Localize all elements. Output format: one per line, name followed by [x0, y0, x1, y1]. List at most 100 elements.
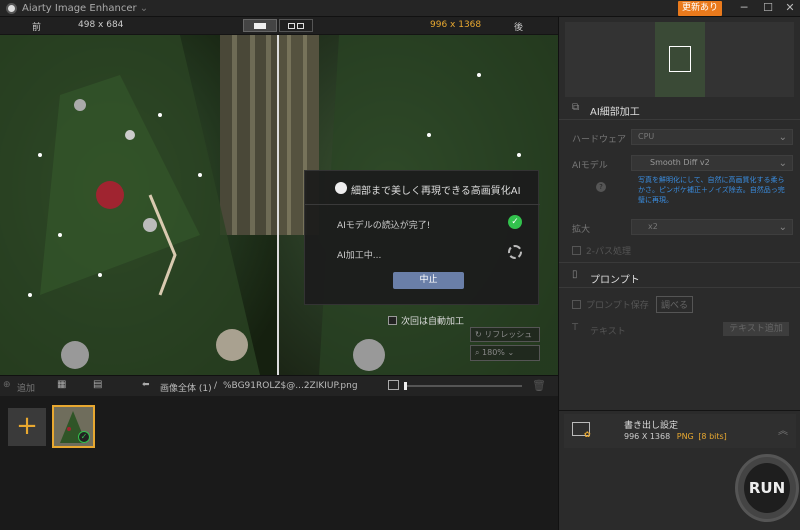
export-bits: [8 bits] — [698, 432, 727, 441]
export-size: 996 X 1368 — [624, 432, 671, 441]
prompt-view-button[interactable]: 調べる — [656, 296, 694, 313]
gear-icon: ✿ — [584, 430, 591, 439]
ai-section-icon: ⧉ — [572, 102, 580, 113]
section-divider — [559, 119, 800, 120]
chevron-down-icon: ⌄ — [778, 132, 787, 143]
prompt-save-checkbox[interactable] — [572, 300, 581, 309]
title-bar: Aiarty Image Enhancer ⌄ 更新あり ─ ☐ ✕ — [0, 0, 800, 17]
auto-process-checkbox[interactable] — [388, 316, 397, 325]
ai-section-title: AI細部加工 — [590, 107, 640, 118]
two-pass-checkbox[interactable] — [572, 246, 581, 255]
model-label: AIモデル — [572, 161, 608, 171]
refresh-button[interactable]: ↻ リフレッシュ — [470, 327, 540, 342]
slider-handle[interactable] — [404, 382, 407, 390]
zoom-control[interactable]: ⌕ 180% ⌄ — [470, 345, 540, 361]
before-size: 498 x 684 — [78, 20, 124, 30]
refresh-icon: ↻ — [475, 330, 482, 339]
path-separator: / — [214, 381, 218, 391]
add-image-button[interactable]: + — [8, 408, 46, 446]
file-name: %BG91ROLZ$@...2ZIKIUP.png — [223, 381, 358, 391]
list-view-icon[interactable]: ▤ — [93, 379, 102, 390]
side-by-side-icon — [288, 23, 295, 29]
scale-select[interactable]: x2 ⌄ — [631, 219, 793, 235]
chevron-up-icon[interactable]: ︽ — [778, 422, 788, 437]
zoom-value: 180% — [482, 348, 505, 357]
check-circle-icon: ✓ — [508, 215, 522, 229]
app-title[interactable]: Aiarty Image Enhancer ⌄ — [22, 3, 148, 14]
split-view-icon — [254, 23, 266, 29]
chevron-down-icon: ⌄ — [778, 222, 787, 233]
thumbnail-strip: + ✓ — [0, 396, 558, 530]
refresh-label: リフレッシュ — [484, 330, 533, 339]
hardware-label: ハードウェア — [572, 135, 627, 145]
file-toolbar: ⊕ 追加 ▦ ▤ ⬅ 画像全体 (1) / %BG91ROLZ$@...2ZIK… — [0, 375, 558, 396]
model-description: 写真を鮮明化にして、自然に高画質化する柔らかさ。ピンボケ補正＋ノイズ除去。自然品… — [638, 176, 785, 204]
two-pass-label: 2-パス処理 — [586, 247, 631, 257]
split-view-button[interactable] — [243, 19, 277, 32]
text-label: テキスト — [590, 327, 626, 337]
minimize-button[interactable]: ─ — [735, 1, 753, 16]
chevron-down-icon: ⌄ — [507, 348, 515, 357]
settings-panel: ⧉ AI細部加工 ハードウェア CPU ⌄ AIモデル Smooth Diff v… — [558, 17, 800, 530]
export-summary: 996 X 1368 PNG [8 bits] — [624, 432, 727, 441]
trash-icon[interactable]: 🗑 — [532, 379, 546, 392]
dialog-divider — [305, 204, 540, 205]
help-icon[interactable]: ? — [596, 182, 606, 192]
side-by-side-icon-pane — [297, 23, 304, 29]
two-pass-option[interactable]: 2-パス処理 — [572, 244, 631, 257]
model-loaded-text: AIモデルの読込が完了! — [337, 221, 431, 231]
close-button[interactable]: ✕ — [781, 1, 799, 16]
maximize-button[interactable]: ☐ — [759, 1, 777, 16]
auto-process-label: 次回は自動加工 — [401, 317, 465, 327]
compare-divider[interactable] — [277, 35, 279, 375]
before-image — [0, 35, 278, 375]
grid-view-icon[interactable]: ▦ — [57, 379, 66, 390]
run-label: RUN — [744, 463, 790, 513]
navigator-viewport[interactable] — [669, 46, 691, 72]
update-button[interactable]: 更新あり — [678, 1, 722, 16]
done-check-icon: ✓ — [78, 431, 90, 443]
export-title: 書き出し設定 — [624, 421, 679, 431]
auto-process-option[interactable]: 次回は自動加工 — [388, 314, 464, 327]
add-button[interactable]: 追加 — [17, 381, 35, 394]
before-label: 前 — [32, 23, 42, 33]
back-arrow-icon[interactable]: ⬅ — [142, 380, 150, 390]
app-title-text: Aiarty Image Enhancer — [22, 3, 137, 14]
scale-value: x2 — [648, 222, 658, 231]
processing-text: AI加工中... — [337, 251, 382, 261]
section-divider — [559, 410, 800, 411]
section-divider — [559, 262, 800, 263]
text-tool-icon: T — [572, 322, 579, 333]
document-icon: ▯ — [572, 269, 578, 280]
run-button[interactable]: RUN — [735, 454, 799, 522]
navigator — [565, 22, 794, 97]
image-icon — [388, 380, 399, 390]
stop-button[interactable]: 中止 — [393, 272, 464, 289]
image-preview[interactable]: 細部まで美しく再現できる高画質化AI AIモデルの読込が完了! ✓ AI加工中.… — [0, 35, 558, 375]
chevron-down-icon: ⌄ — [139, 3, 149, 14]
text-add-button[interactable]: テキスト追加 — [723, 322, 789, 336]
thumbnail-item[interactable]: ✓ — [52, 405, 95, 448]
model-value: Smooth Diff v2 — [650, 158, 710, 167]
side-by-side-button[interactable] — [279, 19, 313, 32]
aperture-icon — [335, 182, 347, 194]
spinner-icon — [508, 245, 522, 259]
model-select[interactable]: Smooth Diff v2 ⌄ — [631, 155, 793, 171]
app-logo — [6, 3, 17, 14]
processing-dialog: 細部まで美しく再現できる高画質化AI AIモデルの読込が完了! ✓ AI加工中.… — [304, 170, 540, 305]
section-divider — [559, 287, 800, 288]
dialog-title: 細部まで美しく再現できる高画質化AI — [351, 186, 521, 197]
hardware-select[interactable]: CPU ⌄ — [631, 129, 793, 145]
all-images-label[interactable]: 画像全体 (1) — [160, 381, 212, 394]
zoom-icon: ⌕ — [475, 348, 480, 357]
prompt-save-label: プロンプト保存 — [586, 301, 649, 311]
export-settings[interactable]: ✿ 書き出し設定 996 X 1368 PNG [8 bits] ︽ — [564, 414, 796, 448]
prompt-title: プロンプト — [590, 275, 640, 286]
navigator-thumbnail[interactable] — [655, 22, 705, 97]
compare-info-bar: 前 498 x 684 996 x 1368 後 — [0, 17, 558, 35]
hardware-value: CPU — [638, 132, 655, 141]
prompt-save-option[interactable]: プロンプト保存 — [572, 298, 649, 311]
thumbnail-size-slider[interactable] — [404, 382, 522, 390]
scale-label: 拡大 — [572, 225, 591, 235]
chevron-down-icon: ⌄ — [778, 158, 787, 169]
